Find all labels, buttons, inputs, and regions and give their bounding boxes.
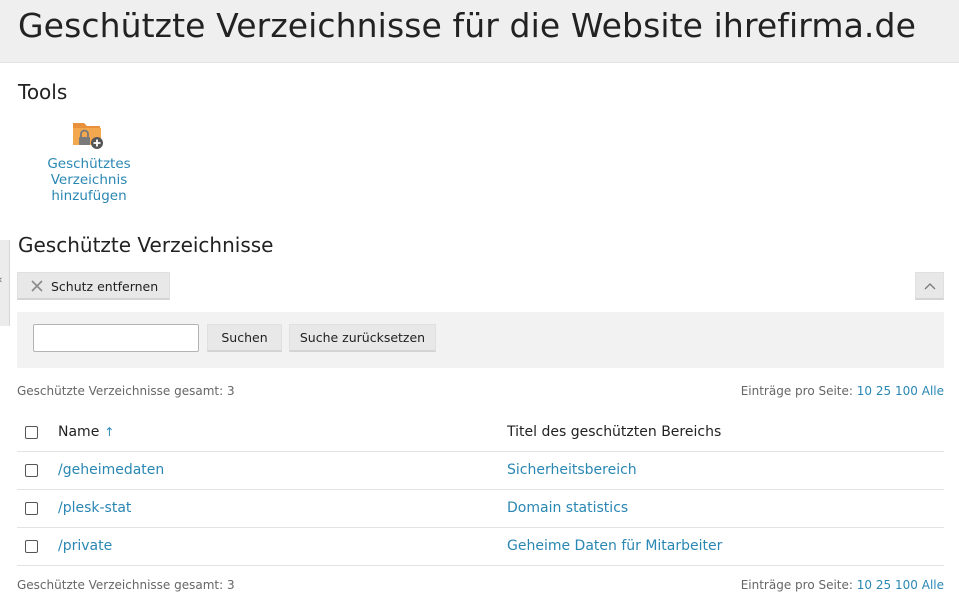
per-page-option[interactable]: 25	[876, 578, 891, 592]
tool-label-line: Verzeichnis	[50, 172, 128, 188]
chevron-left-icon: ‹	[0, 273, 2, 286]
page-title: Geschützte Verzeichnisse für die Website…	[18, 6, 916, 45]
search-button[interactable]: Suchen	[207, 324, 282, 352]
per-page-label: Einträge pro Seite:	[740, 578, 853, 592]
total-count-text: Geschützte Verzeichnisse gesamt: 3	[17, 384, 235, 398]
summary-top: Geschützte Verzeichnisse gesamt: 3 Eintr…	[17, 384, 944, 400]
list-heading: Geschützte Verzeichnisse	[18, 233, 274, 257]
per-page-option[interactable]: 100	[895, 384, 918, 398]
summary-bottom: Geschützte Verzeichnisse gesamt: 3 Eintr…	[17, 578, 944, 594]
sort-ascending-icon: ↑	[104, 425, 115, 439]
per-page-option[interactable]: Alle	[922, 384, 944, 398]
search-input[interactable]	[33, 324, 199, 352]
directory-name-link[interactable]: /plesk-stat	[58, 500, 131, 516]
table-row: /plesk-stat Domain statistics	[17, 490, 944, 528]
area-title-link[interactable]: Sicherheitsbereich	[507, 462, 637, 478]
collapse-button[interactable]	[915, 272, 944, 300]
per-page-option[interactable]: Alle	[922, 578, 944, 592]
reset-search-button[interactable]: Suche zurücksetzen	[289, 324, 436, 352]
area-title-link[interactable]: Domain statistics	[507, 500, 628, 516]
select-all-checkbox[interactable]	[25, 426, 38, 439]
row-checkbox[interactable]	[25, 502, 38, 515]
table-header-row: Name ↑ Titel des geschützten Bereichs	[17, 414, 944, 452]
folder-lock-add-icon	[73, 123, 103, 149]
area-title-link[interactable]: Geheime Daten für Mitarbeiter	[507, 538, 722, 554]
per-page-selector: Einträge pro Seite: 10 25 100 Alle	[741, 384, 944, 398]
directory-name-link[interactable]: /private	[58, 538, 112, 554]
tool-label-line: hinzufügen	[51, 188, 127, 204]
column-header-name[interactable]: Name ↑	[58, 424, 114, 440]
row-checkbox[interactable]	[25, 464, 38, 477]
chevron-up-icon	[924, 283, 936, 290]
per-page-option[interactable]: 25	[876, 384, 891, 398]
column-header-title: Titel des geschützten Bereichs	[507, 424, 722, 440]
sidebar-toggle-handle[interactable]: ‹	[0, 240, 10, 326]
row-checkbox[interactable]	[25, 540, 38, 553]
per-page-option[interactable]: 100	[895, 578, 918, 592]
table-row: /geheimedaten Sicherheitsbereich	[17, 452, 944, 490]
directory-name-link[interactable]: /geheimedaten	[58, 462, 164, 478]
tool-label-line: Geschütztes	[47, 156, 131, 172]
remove-protection-label: Schutz entfernen	[51, 279, 159, 294]
remove-protection-button[interactable]: Schutz entfernen	[17, 272, 170, 300]
table-row: /private Geheime Daten für Mitarbeiter	[17, 528, 944, 566]
per-page-label: Einträge pro Seite:	[740, 384, 853, 398]
x-icon	[31, 280, 43, 292]
page-header: Geschützte Verzeichnisse für die Website…	[0, 0, 959, 63]
total-count-text: Geschützte Verzeichnisse gesamt: 3	[17, 578, 235, 592]
search-panel: Suchen Suche zurücksetzen	[17, 312, 944, 368]
protected-directories-table: Name ↑ Titel des geschützten Bereichs /ge…	[17, 414, 944, 566]
per-page-selector: Einträge pro Seite: 10 25 100 Alle	[741, 578, 944, 592]
tools-heading: Tools	[18, 80, 68, 104]
per-page-option[interactable]: 10	[857, 578, 872, 592]
add-protected-directory-tool[interactable]: Geschütztes Verzeichnis hinzufügen	[38, 116, 140, 204]
column-header-name-label: Name	[58, 424, 100, 440]
per-page-option[interactable]: 10	[857, 384, 872, 398]
